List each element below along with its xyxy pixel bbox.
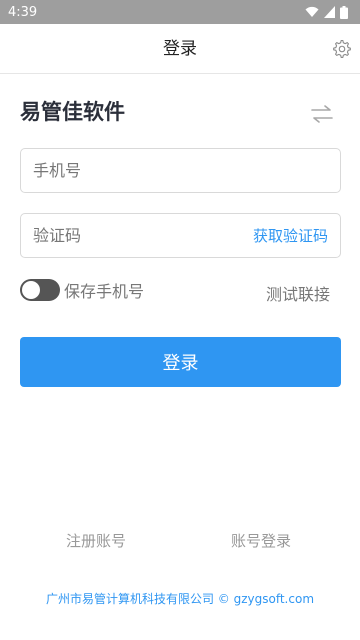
login-button[interactable]: 登录	[20, 337, 341, 387]
app-bar: 登录	[0, 24, 360, 74]
status-bar: 4:39	[0, 0, 360, 24]
battery-icon	[340, 5, 348, 19]
toggle-knob	[22, 281, 40, 299]
status-icons	[305, 5, 348, 19]
phone-field[interactable]	[20, 148, 341, 193]
remember-phone-row: 保存手机号	[20, 278, 144, 302]
verification-code-field[interactable]: 获取验证码	[20, 213, 341, 258]
footer-copyright: 广州市易管计算机科技有限公司 © gzygsoft.com	[45, 592, 315, 606]
verification-code-input[interactable]	[33, 226, 253, 245]
get-code-button[interactable]: 获取验证码	[253, 225, 328, 246]
account-login-link[interactable]: 账号登录	[231, 530, 291, 551]
phone-input[interactable]	[33, 161, 328, 180]
cellular-signal-icon	[324, 6, 335, 18]
brand-title: 易管佳软件	[20, 100, 125, 124]
remember-phone-label: 保存手机号	[64, 282, 145, 301]
test-connection-link[interactable]: 测试联接	[266, 281, 330, 305]
status-time: 4:39	[8, 4, 38, 20]
remember-phone-toggle[interactable]	[20, 279, 60, 301]
page-title: 登录	[163, 39, 197, 59]
register-account-link[interactable]: 注册账号	[66, 530, 126, 551]
gear-icon[interactable]	[332, 39, 352, 59]
swap-arrows-icon[interactable]	[310, 102, 334, 126]
wifi-icon	[305, 6, 319, 17]
